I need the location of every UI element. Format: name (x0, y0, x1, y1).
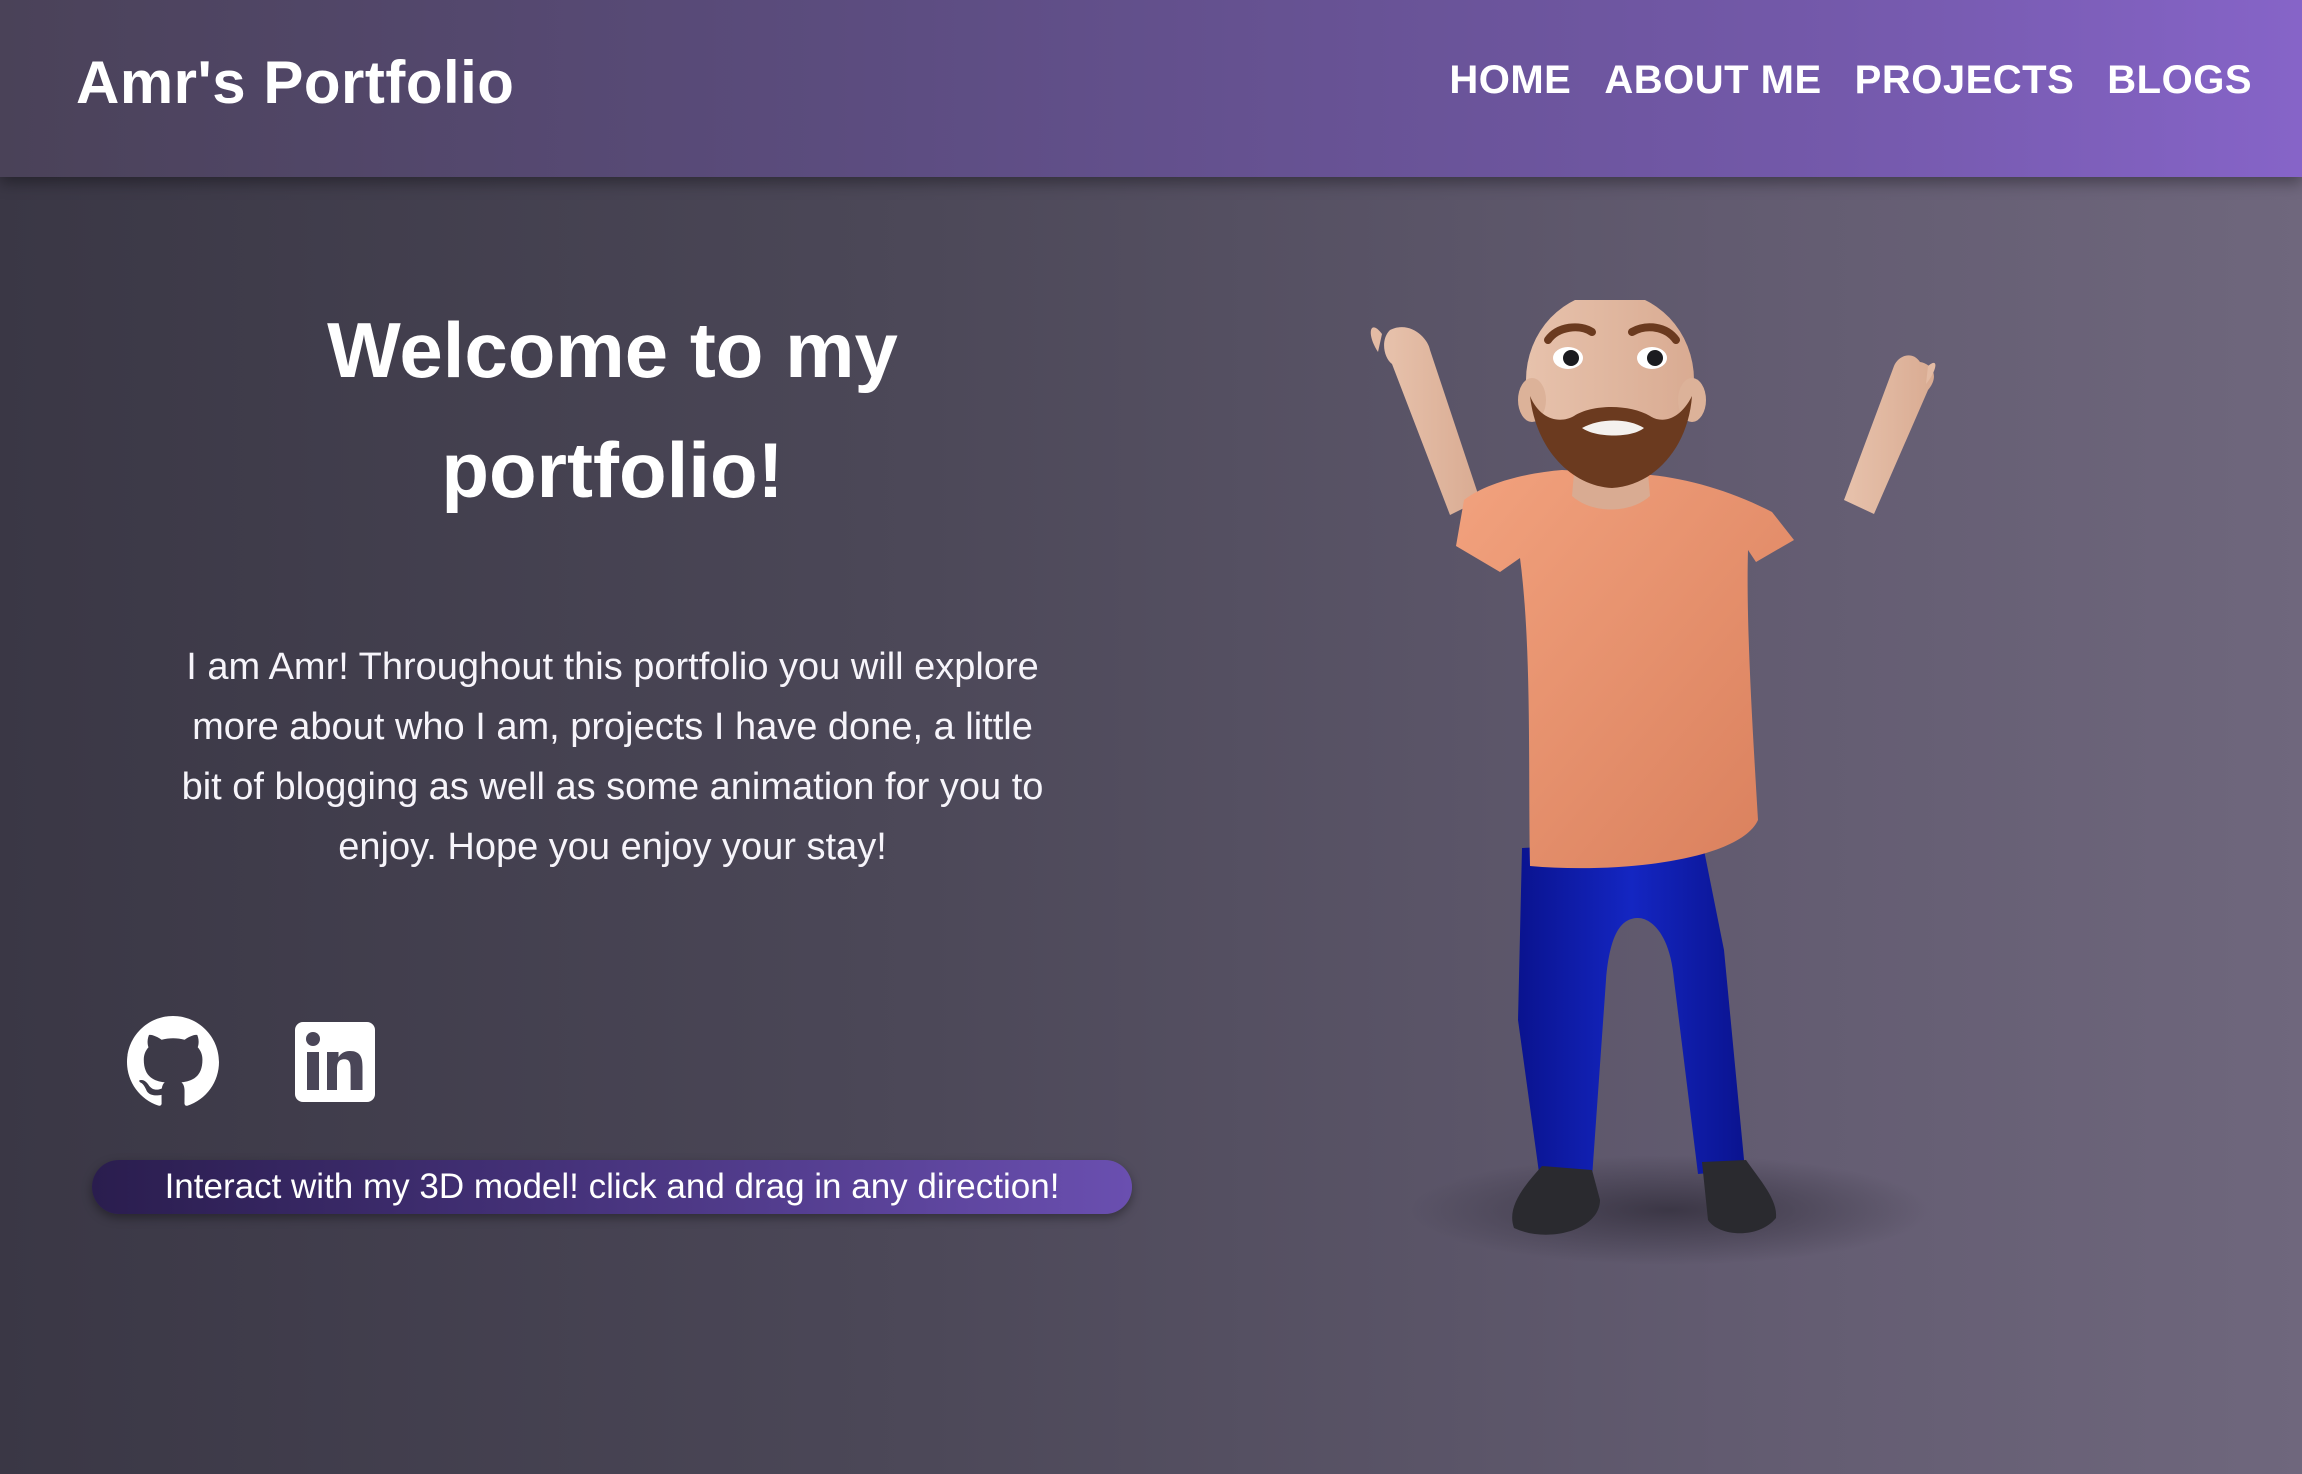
nav-link-home[interactable]: HOME (1449, 58, 1571, 103)
github-link[interactable] (127, 1016, 219, 1108)
social-links (127, 1016, 375, 1108)
nav-link-about-me[interactable]: ABOUT ME (1604, 58, 1821, 103)
hero-section: Welcome to my portfolio! I am Amr! Throu… (90, 290, 1135, 877)
model-shirt (1456, 470, 1794, 869)
nav-link-blogs[interactable]: BLOGS (2107, 58, 2252, 103)
hero-intro-text: I am Amr! Throughout this portfolio you … (181, 646, 1044, 868)
interaction-hint-banner: Interact with my 3D model! click and dra… (92, 1160, 1132, 1214)
model-shadow (1410, 1155, 1930, 1265)
hero-title: Welcome to my portfolio! (327, 306, 898, 514)
model-left-arm (1384, 327, 1480, 515)
nav-links: HOME ABOUT ME PROJECTS BLOGS (1449, 58, 2252, 103)
3d-model-viewer[interactable] (1300, 300, 2000, 1310)
navbar: Amr's Portfolio HOME ABOUT ME PROJECTS B… (0, 0, 2302, 177)
github-icon (127, 1016, 219, 1106)
model-right-arm (1844, 355, 1934, 514)
nav-link-projects[interactable]: PROJECTS (1855, 58, 2075, 103)
model-pants (1518, 840, 1745, 1180)
linkedin-link[interactable] (295, 1022, 375, 1102)
linkedin-icon (295, 1022, 375, 1102)
brand-title[interactable]: Amr's Portfolio (76, 48, 514, 117)
